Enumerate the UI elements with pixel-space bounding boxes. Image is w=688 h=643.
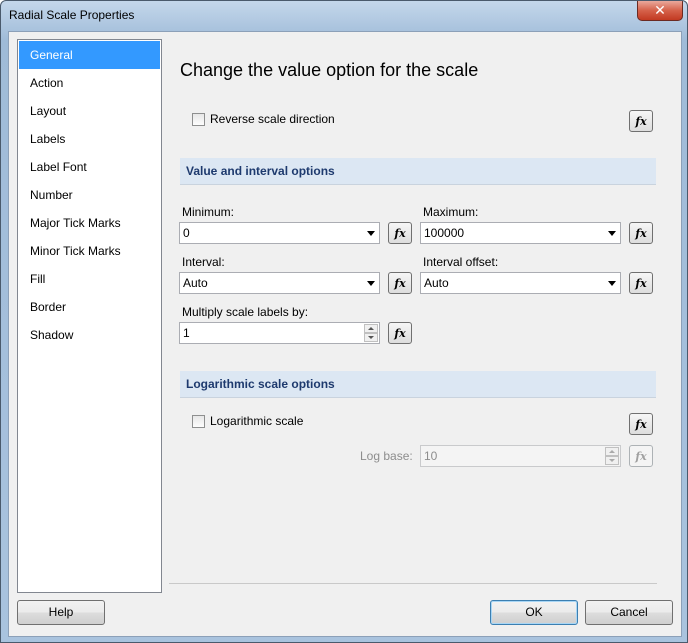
logarithmic-scale-label: Logarithmic scale [210, 414, 304, 428]
value-interval-section-header: Value and interval options [180, 158, 656, 185]
chevron-down-icon[interactable] [367, 231, 375, 236]
interval-combobox[interactable]: Auto [179, 272, 380, 294]
fx-icon: fx [635, 276, 647, 290]
cancel-button[interactable]: Cancel [585, 600, 673, 625]
close-button[interactable]: ✕ [637, 1, 683, 21]
minimum-expression-button[interactable]: fx [388, 222, 412, 244]
chevron-down-icon[interactable] [608, 231, 616, 236]
spin-up-icon[interactable] [364, 324, 378, 333]
interval-label: Interval: [182, 255, 225, 269]
multiply-value: 1 [183, 326, 190, 340]
footer-divider [169, 583, 657, 584]
fx-icon: fx [394, 226, 406, 240]
interval-offset-label: Interval offset: [423, 255, 499, 269]
interval-offset-expression-button[interactable]: fx [629, 272, 653, 294]
multiply-expression-button[interactable]: fx [388, 322, 412, 344]
reverse-scale-expression-button[interactable]: fx [629, 110, 653, 132]
nav-item-border[interactable]: Border [19, 293, 160, 321]
chevron-down-icon[interactable] [367, 281, 375, 286]
reverse-scale-checkbox[interactable] [192, 113, 205, 126]
spin-down-icon[interactable] [605, 456, 619, 465]
multiply-stepper[interactable]: 1 [179, 322, 380, 344]
nav-item-number[interactable]: Number [19, 181, 160, 209]
log-base-stepper[interactable]: 10 [420, 445, 621, 467]
log-base-expression-button[interactable]: fx [629, 445, 653, 467]
ok-button[interactable]: OK [490, 600, 578, 625]
interval-value: Auto [183, 276, 208, 290]
interval-offset-value: Auto [424, 276, 449, 290]
chevron-down-icon[interactable] [608, 281, 616, 286]
nav-item-action[interactable]: Action [19, 69, 160, 97]
nav-item-labels[interactable]: Labels [19, 125, 160, 153]
spin-down-icon[interactable] [364, 333, 378, 342]
interval-expression-button[interactable]: fx [388, 272, 412, 294]
title-bar[interactable]: Radial Scale Properties ✕ [1, 1, 687, 31]
nav-item-label-font[interactable]: Label Font [19, 153, 160, 181]
reverse-scale-label: Reverse scale direction [210, 112, 335, 126]
maximum-expression-button[interactable]: fx [629, 222, 653, 244]
nav-item-minor-tick-marks[interactable]: Minor Tick Marks [19, 237, 160, 265]
logarithmic-section-header: Logarithmic scale options [180, 371, 656, 398]
close-icon: ✕ [654, 2, 666, 19]
spin-up-icon[interactable] [605, 447, 619, 456]
maximum-value: 100000 [424, 226, 465, 240]
nav-item-layout[interactable]: Layout [19, 97, 160, 125]
page-navigation: General Action Layout Labels Label Font … [17, 39, 162, 593]
nav-item-fill[interactable]: Fill [19, 265, 160, 293]
log-base-label: Log base: [360, 449, 413, 463]
window-title: Radial Scale Properties [9, 8, 135, 22]
fx-icon: fx [635, 114, 647, 128]
multiply-label: Multiply scale labels by: [182, 305, 309, 319]
logarithmic-scale-checkbox[interactable] [192, 415, 205, 428]
minimum-label: Minimum: [182, 205, 235, 219]
section-title: Logarithmic scale options [186, 377, 335, 391]
maximum-label: Maximum: [423, 205, 479, 219]
logarithmic-expression-button[interactable]: fx [629, 413, 653, 435]
minimum-combobox[interactable]: 0 [179, 222, 380, 244]
nav-item-major-tick-marks[interactable]: Major Tick Marks [19, 209, 160, 237]
dialog-client-area: General Action Layout Labels Label Font … [8, 31, 682, 637]
section-title: Value and interval options [186, 164, 335, 178]
fx-icon: fx [394, 326, 406, 340]
maximum-combobox[interactable]: 100000 [420, 222, 621, 244]
page-title: Change the value option for the scale [180, 60, 479, 80]
fx-icon: fx [635, 417, 647, 431]
log-base-value: 10 [424, 449, 438, 463]
fx-icon: fx [635, 449, 647, 463]
help-button[interactable]: Help [17, 600, 105, 625]
fx-icon: fx [635, 226, 647, 240]
nav-item-general[interactable]: General [19, 41, 160, 69]
dialog-window: Radial Scale Properties ✕ General Action… [0, 0, 688, 643]
nav-item-shadow[interactable]: Shadow [19, 321, 160, 349]
interval-offset-combobox[interactable]: Auto [420, 272, 621, 294]
minimum-value: 0 [183, 226, 190, 240]
fx-icon: fx [394, 276, 406, 290]
